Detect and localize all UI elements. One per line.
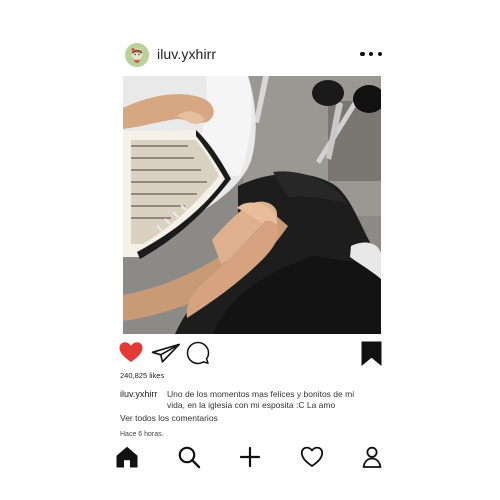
more-dot: [368, 51, 374, 57]
comment-button[interactable]: [186, 341, 210, 365]
profile-avatar[interactable]: [125, 43, 149, 67]
more-dot: [360, 51, 365, 57]
post-username[interactable]: iluv.yxhirr: [157, 46, 216, 63]
nav-home-button[interactable]: [115, 445, 139, 469]
heart-outline-icon: [300, 446, 324, 467]
like-button[interactable]: [118, 341, 144, 363]
nav-search-button[interactable]: [177, 445, 201, 469]
caption-text: Uno de los momentos mas felices y bonito…: [167, 389, 355, 410]
paper-plane-icon: [151, 343, 180, 363]
nav-activity-button[interactable]: [300, 445, 324, 469]
photo-content: [123, 76, 381, 334]
more-dot: [377, 51, 382, 57]
home-icon: [116, 446, 138, 468]
nav-create-button[interactable]: [238, 445, 262, 469]
caption-username[interactable]: iluv.yxhirr: [120, 389, 157, 400]
post-timestamp: Hace 6 horas.: [120, 431, 164, 438]
share-button[interactable]: [151, 342, 181, 364]
avatar-image: [125, 43, 149, 67]
save-button[interactable]: [361, 341, 382, 367]
bookmark-filled-icon: [361, 341, 382, 366]
heart-filled-icon: [119, 342, 143, 362]
search-icon: [178, 446, 201, 469]
post-photo[interactable]: [123, 76, 381, 334]
profile-icon: [362, 446, 382, 468]
plus-icon: [239, 446, 261, 468]
view-comments-link[interactable]: Ver todos los comentarios: [120, 413, 218, 424]
speech-bubble-icon: [186, 341, 210, 365]
likes-count[interactable]: 240,825 likes: [120, 371, 164, 381]
nav-profile-button[interactable]: [360, 445, 384, 469]
more-options-icon[interactable]: [360, 49, 382, 59]
